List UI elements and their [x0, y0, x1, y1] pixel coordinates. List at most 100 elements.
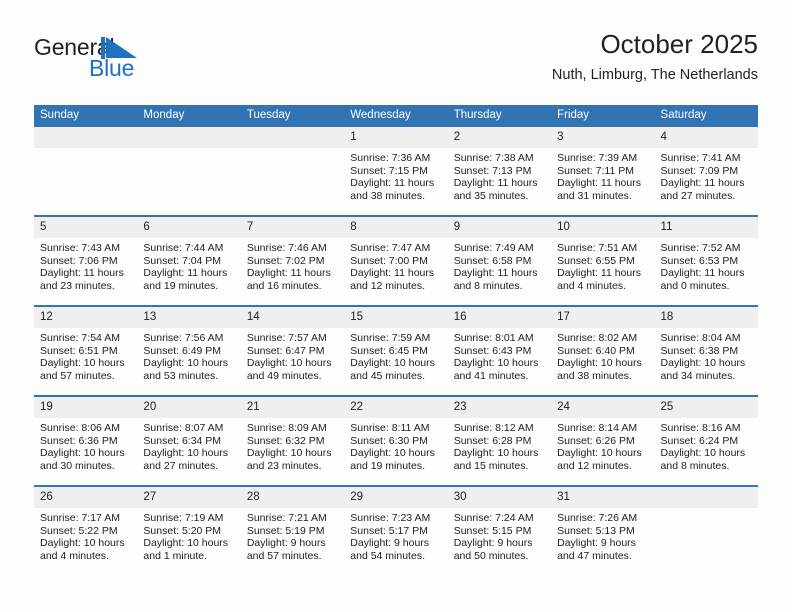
calendar-day-cell[interactable]: 7 Sunrise: 7:46 AM Sunset: 7:02 PM Daylight…	[240, 217, 345, 305]
calendar-day-cell[interactable]: 9 Sunrise: 7:49 AM Sunset: 6:58 PM Daylight…	[447, 217, 552, 305]
calendar-day-cell[interactable]: 11 Sunrise: 7:52 AM Sunset: 6:53 PM Dayligh…	[654, 217, 758, 305]
day-number: 15	[344, 307, 448, 328]
sunrise-text: Sunrise: 7:17 AM	[40, 512, 120, 524]
calendar-day-cell[interactable]: 2 Sunrise: 7:38 AM Sunset: 7:13 PM Daylight…	[447, 127, 552, 215]
weekday-header-thursday: Thursday	[453, 109, 502, 121]
daylight-text: Daylight: 9 hours and 50 minutes.	[453, 537, 533, 562]
day-number: 10	[551, 217, 655, 238]
day-number	[654, 487, 758, 508]
daylight-text: Daylight: 11 hours and 16 minutes.	[246, 267, 331, 292]
calendar-week-row: 1 Sunrise: 7:36 AM Sunset: 7:15 PM Daylight…	[34, 127, 758, 215]
sunset-text: Sunset: 7:06 PM	[40, 254, 118, 267]
page-header: General Blue October 2025 Nuth, Limburg,…	[34, 28, 758, 100]
sunset-text: Sunset: 6:58 PM	[453, 254, 532, 267]
day-details: Sunrise: 7:56 AM Sunset: 6:49 PM Daylight:…	[137, 328, 240, 388]
calendar-day-cell[interactable]: 4 Sunrise: 7:41 AM Sunset: 7:09 PM Daylight…	[654, 127, 758, 215]
general-blue-logo[interactable]: General Blue	[34, 34, 234, 96]
calendar-day-cell[interactable]: 30 Sunrise: 7:24 AM Sunset: 5:15 PM Dayligh…	[447, 487, 552, 575]
sunrise-text: Sunrise: 7:51 AM	[557, 242, 638, 254]
daylight-text: Daylight: 9 hours and 57 minutes.	[246, 537, 326, 562]
calendar-day-cell[interactable]: 29 Sunrise: 7:23 AM Sunset: 5:17 PM Dayligh…	[344, 487, 448, 575]
calendar-day-cell[interactable]: 20 Sunrise: 8:07 AM Sunset: 6:34 PM Dayligh…	[137, 397, 241, 485]
weekday-header-monday: Monday	[143, 109, 185, 121]
day-details: Sunrise: 7:52 AM Sunset: 6:53 PM Daylight:…	[655, 238, 758, 298]
calendar-day-cell[interactable]: 13 Sunrise: 7:56 AM Sunset: 6:49 PM Dayligh…	[137, 307, 241, 395]
daylight-text: Daylight: 10 hours and 12 minutes.	[557, 447, 642, 472]
sunrise-text: Sunrise: 7:39 AM	[557, 152, 638, 164]
day-details: Sunrise: 7:38 AM Sunset: 7:13 PM Daylight:…	[448, 148, 551, 208]
daylight-text: Daylight: 10 hours and 30 minutes.	[40, 447, 125, 472]
page-title: October 2025	[600, 29, 758, 59]
sunrise-text: Sunrise: 7:26 AM	[557, 512, 638, 524]
calendar-day-cell[interactable]: 17 Sunrise: 8:02 AM Sunset: 6:40 PM Dayligh…	[551, 307, 655, 395]
day-number: 20	[137, 397, 241, 418]
sunrise-text: Sunrise: 7:23 AM	[350, 512, 431, 524]
calendar-day-cell[interactable]: 10 Sunrise: 7:51 AM Sunset: 6:55 PM Dayligh…	[551, 217, 655, 305]
day-number: 17	[551, 307, 655, 328]
sunset-text: Sunset: 5:15 PM	[453, 524, 532, 537]
day-number: 5	[34, 217, 138, 238]
calendar-day-cell[interactable]: 8 Sunrise: 7:47 AM Sunset: 7:00 PM Daylight…	[344, 217, 448, 305]
calendar-day-cell[interactable]: 6 Sunrise: 7:44 AM Sunset: 7:04 PM Daylight…	[137, 217, 241, 305]
day-number: 25	[654, 397, 758, 418]
sunrise-text: Sunrise: 8:01 AM	[453, 332, 534, 344]
day-number: 30	[447, 487, 552, 508]
day-number: 1	[344, 127, 448, 148]
sunrise-text: Sunrise: 7:41 AM	[660, 152, 741, 164]
calendar-day-cell[interactable]: 15 Sunrise: 7:59 AM Sunset: 6:45 PM Dayligh…	[344, 307, 448, 395]
sunset-text: Sunset: 6:45 PM	[350, 344, 428, 357]
daylight-text: Daylight: 10 hours and 1 minute.	[143, 537, 229, 562]
calendar-day-cell[interactable]: 31 Sunrise: 7:26 AM Sunset: 5:13 PM Dayligh…	[551, 487, 655, 575]
sunset-text: Sunset: 7:15 PM	[350, 164, 428, 177]
sunset-text: Sunset: 7:02 PM	[246, 254, 325, 267]
day-details: Sunrise: 7:24 AM Sunset: 5:15 PM Daylight:…	[448, 508, 551, 568]
day-number: 4	[654, 127, 758, 148]
calendar-day-cell[interactable]: 12 Sunrise: 7:54 AM Sunset: 6:51 PM Dayligh…	[34, 307, 138, 395]
calendar-day-cell[interactable]: 5 Sunrise: 7:43 AM Sunset: 7:06 PM Daylight…	[34, 217, 138, 305]
calendar-week-row: 26 Sunrise: 7:17 AM Sunset: 5:22 PM Dayligh…	[34, 485, 758, 575]
calendar-day-cell[interactable]: 25 Sunrise: 8:16 AM Sunset: 6:24 PM Dayligh…	[654, 397, 758, 485]
day-details: Sunrise: 7:19 AM Sunset: 5:20 PM Daylight:…	[137, 508, 240, 568]
day-details: Sunrise: 7:39 AM Sunset: 7:11 PM Daylight:…	[551, 148, 654, 208]
day-details: Sunrise: 8:06 AM Sunset: 6:36 PM Daylight:…	[34, 418, 137, 478]
daylight-text: Daylight: 10 hours and 41 minutes.	[453, 357, 539, 382]
daylight-text: Daylight: 10 hours and 38 minutes.	[557, 357, 642, 382]
sunset-text: Sunset: 7:09 PM	[660, 164, 739, 177]
calendar-day-cell[interactable]: 22 Sunrise: 8:11 AM Sunset: 6:30 PM Dayligh…	[344, 397, 448, 485]
calendar-day-cell[interactable]: 3 Sunrise: 7:39 AM Sunset: 7:11 PM Daylight…	[551, 127, 655, 215]
calendar-day-cell[interactable]: 21 Sunrise: 8:09 AM Sunset: 6:32 PM Dayligh…	[240, 397, 345, 485]
calendar-day-cell[interactable]: 18 Sunrise: 8:04 AM Sunset: 6:38 PM Dayligh…	[654, 307, 758, 395]
day-details: Sunrise: 8:14 AM Sunset: 6:26 PM Daylight:…	[551, 418, 654, 478]
day-details: Sunrise: 8:12 AM Sunset: 6:28 PM Daylight:…	[448, 418, 551, 478]
calendar-day-cell[interactable]: 24 Sunrise: 8:14 AM Sunset: 6:26 PM Dayligh…	[551, 397, 655, 485]
calendar-day-cell[interactable]: 19 Sunrise: 8:06 AM Sunset: 6:36 PM Dayligh…	[34, 397, 138, 485]
day-details: Sunrise: 8:07 AM Sunset: 6:34 PM Daylight:…	[137, 418, 240, 478]
sunrise-text: Sunrise: 7:24 AM	[453, 512, 534, 524]
day-number: 11	[654, 217, 758, 238]
sunset-text: Sunset: 6:36 PM	[40, 434, 118, 447]
calendar-day-cell[interactable]: 26 Sunrise: 7:17 AM Sunset: 5:22 PM Dayligh…	[34, 487, 138, 575]
daylight-text: Daylight: 11 hours and 12 minutes.	[350, 267, 435, 292]
calendar-day-cell[interactable]: 23 Sunrise: 8:12 AM Sunset: 6:28 PM Dayligh…	[447, 397, 552, 485]
day-details: Sunrise: 8:09 AM Sunset: 6:32 PM Daylight:…	[241, 418, 344, 478]
sunset-text: Sunset: 6:55 PM	[557, 254, 635, 267]
daylight-text: Daylight: 11 hours and 23 minutes.	[40, 267, 124, 292]
calendar-day-cell[interactable]: 28 Sunrise: 7:21 AM Sunset: 5:19 PM Dayligh…	[240, 487, 345, 575]
calendar-day-cell[interactable]: 16 Sunrise: 8:01 AM Sunset: 6:43 PM Dayligh…	[447, 307, 552, 395]
sunset-text: Sunset: 6:49 PM	[143, 344, 222, 357]
calendar-day-cell[interactable]: 14 Sunrise: 7:57 AM Sunset: 6:47 PM Dayligh…	[240, 307, 345, 395]
daylight-text: Daylight: 10 hours and 23 minutes.	[246, 447, 332, 472]
sunset-text: Sunset: 5:17 PM	[350, 524, 428, 537]
calendar-week-row: 12 Sunrise: 7:54 AM Sunset: 6:51 PM Dayligh…	[34, 305, 758, 395]
daylight-text: Daylight: 11 hours and 19 minutes.	[143, 267, 228, 292]
calendar-day-cell-empty	[34, 127, 138, 215]
day-number: 23	[447, 397, 552, 418]
day-number: 19	[34, 397, 138, 418]
calendar-weeks: 1 Sunrise: 7:36 AM Sunset: 7:15 PM Daylight…	[34, 127, 758, 575]
sunrise-text: Sunrise: 7:43 AM	[40, 242, 120, 254]
sunrise-text: Sunrise: 8:12 AM	[453, 422, 534, 434]
sunset-text: Sunset: 5:20 PM	[143, 524, 222, 537]
day-number: 18	[654, 307, 758, 328]
calendar-day-cell[interactable]: 27 Sunrise: 7:19 AM Sunset: 5:20 PM Dayligh…	[137, 487, 241, 575]
calendar-day-cell[interactable]: 1 Sunrise: 7:36 AM Sunset: 7:15 PM Daylight…	[344, 127, 448, 215]
